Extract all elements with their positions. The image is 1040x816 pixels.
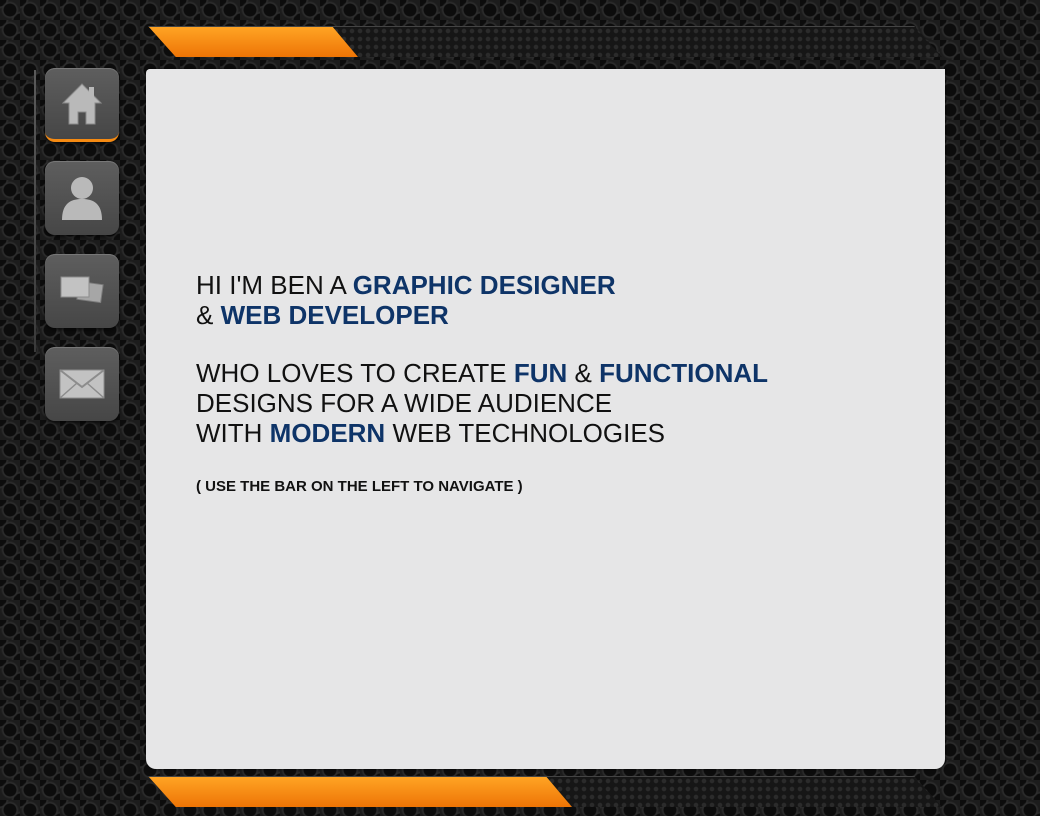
highlight-fun: FUN: [513, 358, 568, 388]
intro-line-1-prefix: HI I'M BEN A: [196, 270, 353, 300]
navigation-hint: ( USE THE BAR ON THE LEFT TO NAVIGATE ): [196, 478, 523, 495]
bottom-decorative-bar: [148, 776, 942, 807]
intro-line-5-prefix: WITH: [196, 418, 270, 448]
nav-home-button[interactable]: [45, 68, 119, 142]
side-navigation: [45, 68, 119, 440]
intro-line-3-prefix: WHO LOVES TO CREATE: [196, 358, 514, 388]
home-icon: [62, 82, 102, 124]
nav-portfolio-button[interactable]: [45, 254, 119, 328]
intro-text: HI I'M BEN A GRAPHIC DESIGNER & WEB DEVE…: [196, 270, 768, 448]
intro-line-5: WITH MODERN WEB TECHNOLOGIES: [196, 418, 768, 448]
highlight-web-developer: WEB DEVELOPER: [220, 300, 449, 330]
intro-line-5-suffix: WEB TECHNOLOGIES: [385, 418, 666, 448]
nav-contact-button[interactable]: [45, 347, 119, 421]
nav-about-button[interactable]: [45, 161, 119, 235]
intro-line-3: WHO LOVES TO CREATE FUN & FUNCTIONAL: [196, 358, 768, 388]
highlight-modern: MODERN: [269, 418, 386, 448]
user-icon: [62, 177, 102, 220]
highlight-functional: FUNCTIONAL: [599, 358, 769, 388]
intro-line-3-mid: &: [567, 358, 600, 388]
top-bar-orange-accent: [148, 27, 358, 57]
intro-line-4: DESIGNS FOR A WIDE AUDIENCE: [196, 388, 613, 418]
portfolio-icon: [60, 276, 104, 304]
intro-line-1: HI I'M BEN A GRAPHIC DESIGNER: [196, 270, 768, 300]
content-panel: HI I'M BEN A GRAPHIC DESIGNER & WEB DEVE…: [146, 69, 945, 769]
top-decorative-bar: [148, 26, 942, 57]
mail-icon: [59, 369, 105, 399]
bottom-bar-orange-accent: [148, 777, 572, 807]
highlight-graphic-designer: GRAPHIC DESIGNER: [352, 270, 616, 300]
nav-rail: [34, 70, 36, 352]
intro-line-2: & WEB DEVELOPER: [196, 300, 768, 330]
intro-line-2-prefix: &: [196, 300, 221, 330]
